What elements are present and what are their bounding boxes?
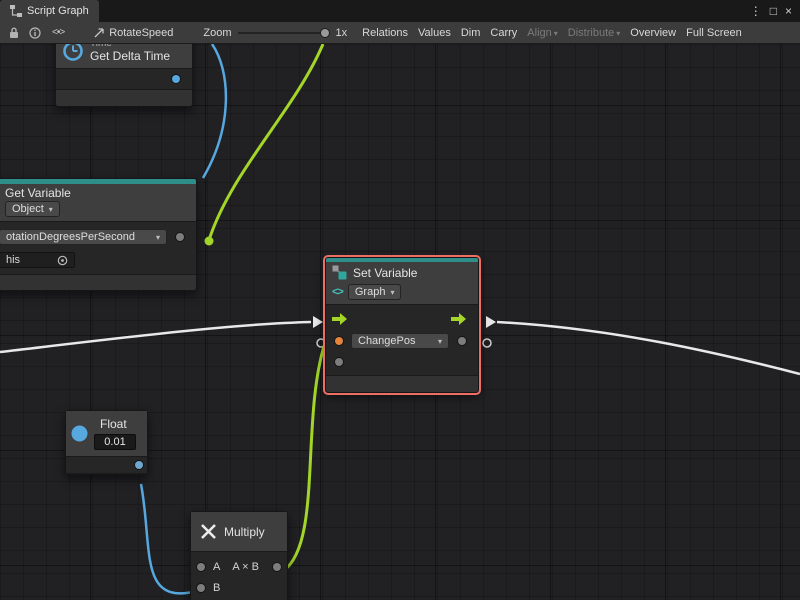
- toolbar-buttons: Relations Values Dim Carry Align▾ Distri…: [357, 25, 747, 41]
- caret-down-icon: ▾: [390, 288, 394, 297]
- info-icon[interactable]: [29, 27, 41, 39]
- node-get-delta-time[interactable]: Time Get Delta Time: [55, 44, 193, 107]
- graph-pointer-icon: [94, 27, 105, 38]
- graph-scope-icon: <>: [332, 286, 343, 298]
- multiply-result-port[interactable]: [273, 563, 281, 571]
- wire-flow-left: [0, 322, 311, 352]
- tab-bar: Script Graph ⋮ □ ×: [0, 0, 800, 22]
- flow-input-arrow[interactable]: [332, 313, 347, 325]
- unity-window: Script Graph ⋮ □ × <•> Ro: [0, 0, 800, 600]
- relations-button[interactable]: Relations: [357, 25, 413, 41]
- set-variable-icon: [332, 265, 347, 280]
- zoom-value: 1x: [336, 27, 348, 39]
- variable-name-input-port[interactable]: [335, 337, 343, 345]
- caret-down-icon: ▾: [49, 205, 53, 214]
- tabbar-controls: ⋮ □ ×: [750, 0, 800, 22]
- variable-scope-dropdown[interactable]: Graph ▾: [348, 284, 402, 300]
- wire-green-bottom: [283, 346, 324, 571]
- wire-blue-bottom: [141, 484, 197, 593]
- tab-script-graph[interactable]: Script Graph: [0, 0, 99, 22]
- node-footer: [0, 275, 196, 290]
- multiply-input-a-port[interactable]: [197, 563, 205, 571]
- node-title: Set Variable: [353, 266, 417, 280]
- flow-arrow-out: [486, 316, 496, 328]
- script-graph-icon: [10, 5, 22, 17]
- close-icon[interactable]: ×: [785, 4, 792, 18]
- multiply-result-label: A × B: [232, 561, 259, 573]
- edit-graph-icon[interactable]: <•>: [52, 27, 64, 38]
- float-icon: [71, 425, 88, 442]
- clock-icon: [62, 44, 84, 62]
- float-output-port[interactable]: [135, 461, 143, 469]
- multiply-input-b-port[interactable]: [197, 584, 205, 592]
- value-port-ring-left: [317, 339, 325, 347]
- node-float[interactable]: Float 0.01: [65, 410, 148, 475]
- graph-name: RotateSpeed: [109, 27, 173, 39]
- green-wire-endpoint: [205, 237, 214, 246]
- flow-arrow-in: [313, 316, 323, 328]
- zoom-slider[interactable]: [238, 26, 330, 40]
- wire-green-top: [209, 44, 323, 240]
- zoom-group: Zoom 1x: [203, 26, 347, 40]
- maximize-icon[interactable]: □: [770, 4, 777, 18]
- wire-flow-right: [497, 322, 800, 374]
- dim-button[interactable]: Dim: [456, 25, 486, 41]
- multiply-input-b-label: B: [213, 582, 220, 594]
- carry-button[interactable]: Carry: [485, 25, 522, 41]
- node-footer: [56, 90, 192, 106]
- node-footer: [326, 376, 478, 392]
- graph-canvas[interactable]: Time Get Delta Time Get Variable Object …: [0, 44, 800, 600]
- node-title: Get Variable: [5, 186, 71, 200]
- output-value-port[interactable]: [335, 358, 343, 366]
- variable-name-port[interactable]: [176, 233, 184, 241]
- graph-breadcrumb[interactable]: RotateSpeed: [94, 27, 173, 39]
- caret-down-icon: ▾: [554, 29, 558, 38]
- value-port-ring-right: [483, 339, 491, 347]
- node-title: Multiply: [224, 525, 265, 539]
- kebab-menu-icon[interactable]: ⋮: [750, 4, 762, 18]
- node-get-variable[interactable]: Get Variable Object ▾ otationDegreesPerS…: [0, 178, 197, 291]
- zoom-label: Zoom: [203, 27, 231, 39]
- overview-button[interactable]: Overview: [625, 25, 681, 41]
- variable-name-dropdown[interactable]: otationDegreesPerSecond ▾: [0, 229, 167, 245]
- caret-down-icon: ▾: [438, 337, 442, 346]
- variable-target-field[interactable]: his: [0, 252, 75, 268]
- tab-title: Script Graph: [27, 5, 89, 17]
- node-title: Get Delta Time: [90, 49, 170, 63]
- graph-toolbar: <•> RotateSpeed Zoom 1x Relations Values…: [0, 22, 800, 44]
- variable-name-dropdown[interactable]: ChangePos ▾: [351, 333, 449, 349]
- align-button: Align▾: [522, 25, 562, 41]
- caret-down-icon: ▾: [616, 29, 620, 38]
- values-button[interactable]: Values: [413, 25, 456, 41]
- node-set-variable[interactable]: Set Variable <> Graph ▾: [325, 257, 479, 393]
- value-input-port[interactable]: [458, 337, 466, 345]
- node-multiply[interactable]: Multiply A A × B B: [190, 511, 288, 600]
- caret-down-icon: ▾: [156, 233, 160, 242]
- zoom-slider-knob[interactable]: [320, 28, 330, 38]
- lock-icon[interactable]: [9, 27, 19, 39]
- distribute-button: Distribute▾: [563, 25, 625, 41]
- node-title: Float: [100, 417, 136, 431]
- flow-output-arrow[interactable]: [451, 313, 466, 325]
- delta-time-output-port[interactable]: [172, 75, 180, 83]
- zoom-slider-track: [238, 32, 330, 34]
- fullscreen-button[interactable]: Full Screen: [681, 25, 747, 41]
- object-picker-icon[interactable]: [57, 255, 68, 266]
- wire-blue-top: [203, 44, 226, 178]
- float-value-field[interactable]: 0.01: [94, 434, 136, 450]
- multiply-icon: [199, 522, 218, 541]
- variable-scope-dropdown[interactable]: Object ▾: [5, 201, 60, 217]
- multiply-input-a-label: A: [213, 561, 220, 573]
